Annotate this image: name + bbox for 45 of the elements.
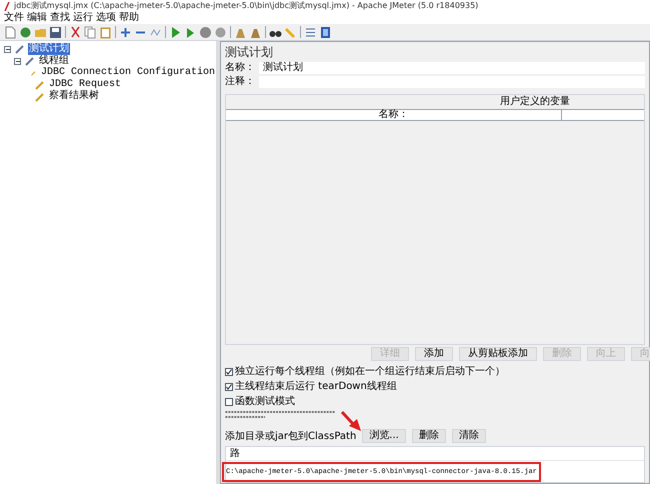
- menu-item[interactable]: 帮助: [119, 12, 139, 24]
- menu-item[interactable]: 文件: [4, 12, 24, 24]
- copy-icon[interactable]: [84, 26, 97, 38]
- menu-item[interactable]: 编辑: [27, 12, 47, 24]
- option-label: 主线程结束后运行 tearDown线程组: [235, 381, 397, 394]
- list-icon[interactable]: [304, 26, 317, 38]
- classpath-button[interactable]: 浏览...: [362, 429, 406, 443]
- node-icon: [25, 56, 34, 66]
- classpath-label: 添加目录或jar包到ClassPath: [225, 430, 356, 444]
- column-header[interactable]: 路: [226, 447, 644, 461]
- classpath-button[interactable]: 删除: [412, 429, 446, 443]
- classpath-button[interactable]: 清除: [452, 429, 486, 443]
- checkbox[interactable]: [225, 383, 233, 392]
- shutdown-icon[interactable]: [214, 26, 227, 38]
- plus-icon[interactable]: [119, 26, 132, 38]
- tree-item[interactable]: JDBC Connection Configuration: [40, 67, 216, 79]
- comment-label: 注释：: [225, 76, 256, 88]
- panel-title: 测试计划: [225, 45, 274, 60]
- tree-item[interactable]: JDBC Request: [48, 79, 122, 91]
- node-icon: [31, 68, 36, 78]
- save-icon[interactable]: [49, 26, 62, 38]
- checkbox[interactable]: [225, 368, 233, 376]
- stop-icon[interactable]: [199, 26, 212, 38]
- annotation-arrow: [340, 410, 362, 432]
- menu-item[interactable]: 运行: [73, 12, 93, 24]
- help-book-icon[interactable]: [319, 26, 332, 38]
- node-icon: [35, 80, 44, 90]
- name-label: 名称：: [225, 62, 256, 74]
- table-button[interactable]: 添加: [415, 347, 453, 362]
- section-title: 用户定义的变量: [500, 95, 570, 109]
- table-button[interactable]: 从剪贴板添加: [459, 347, 537, 362]
- tree-item[interactable]: 线程组: [38, 55, 70, 67]
- option-label: 独立运行每个线程组（例如在一个组运行结束后启动下一个）: [235, 366, 505, 378]
- tree-item[interactable]: 察看结果树: [48, 91, 100, 103]
- option-label: 函数测试模式: [235, 396, 295, 408]
- checkbox[interactable]: [225, 398, 233, 406]
- tree-item[interactable]: 测试计划: [28, 43, 70, 55]
- name-field[interactable]: 测试计划: [259, 62, 645, 74]
- node-icon: [15, 44, 24, 54]
- node-icon: [35, 92, 44, 102]
- menu-item[interactable]: 选项: [96, 12, 116, 24]
- window-title: jdbc测试mysql.jmx (C:\apache-jmeter-5.0\apache-jmeter-5.0\bin\jdbc测试mysql.jmx) - Apache JMeter (5.0 r1840935): [14, 0, 478, 12]
- collapse-toggle[interactable]: [4, 46, 11, 52]
- menu-item[interactable]: 查找: [50, 12, 70, 24]
- collapse-toggle[interactable]: [14, 58, 21, 64]
